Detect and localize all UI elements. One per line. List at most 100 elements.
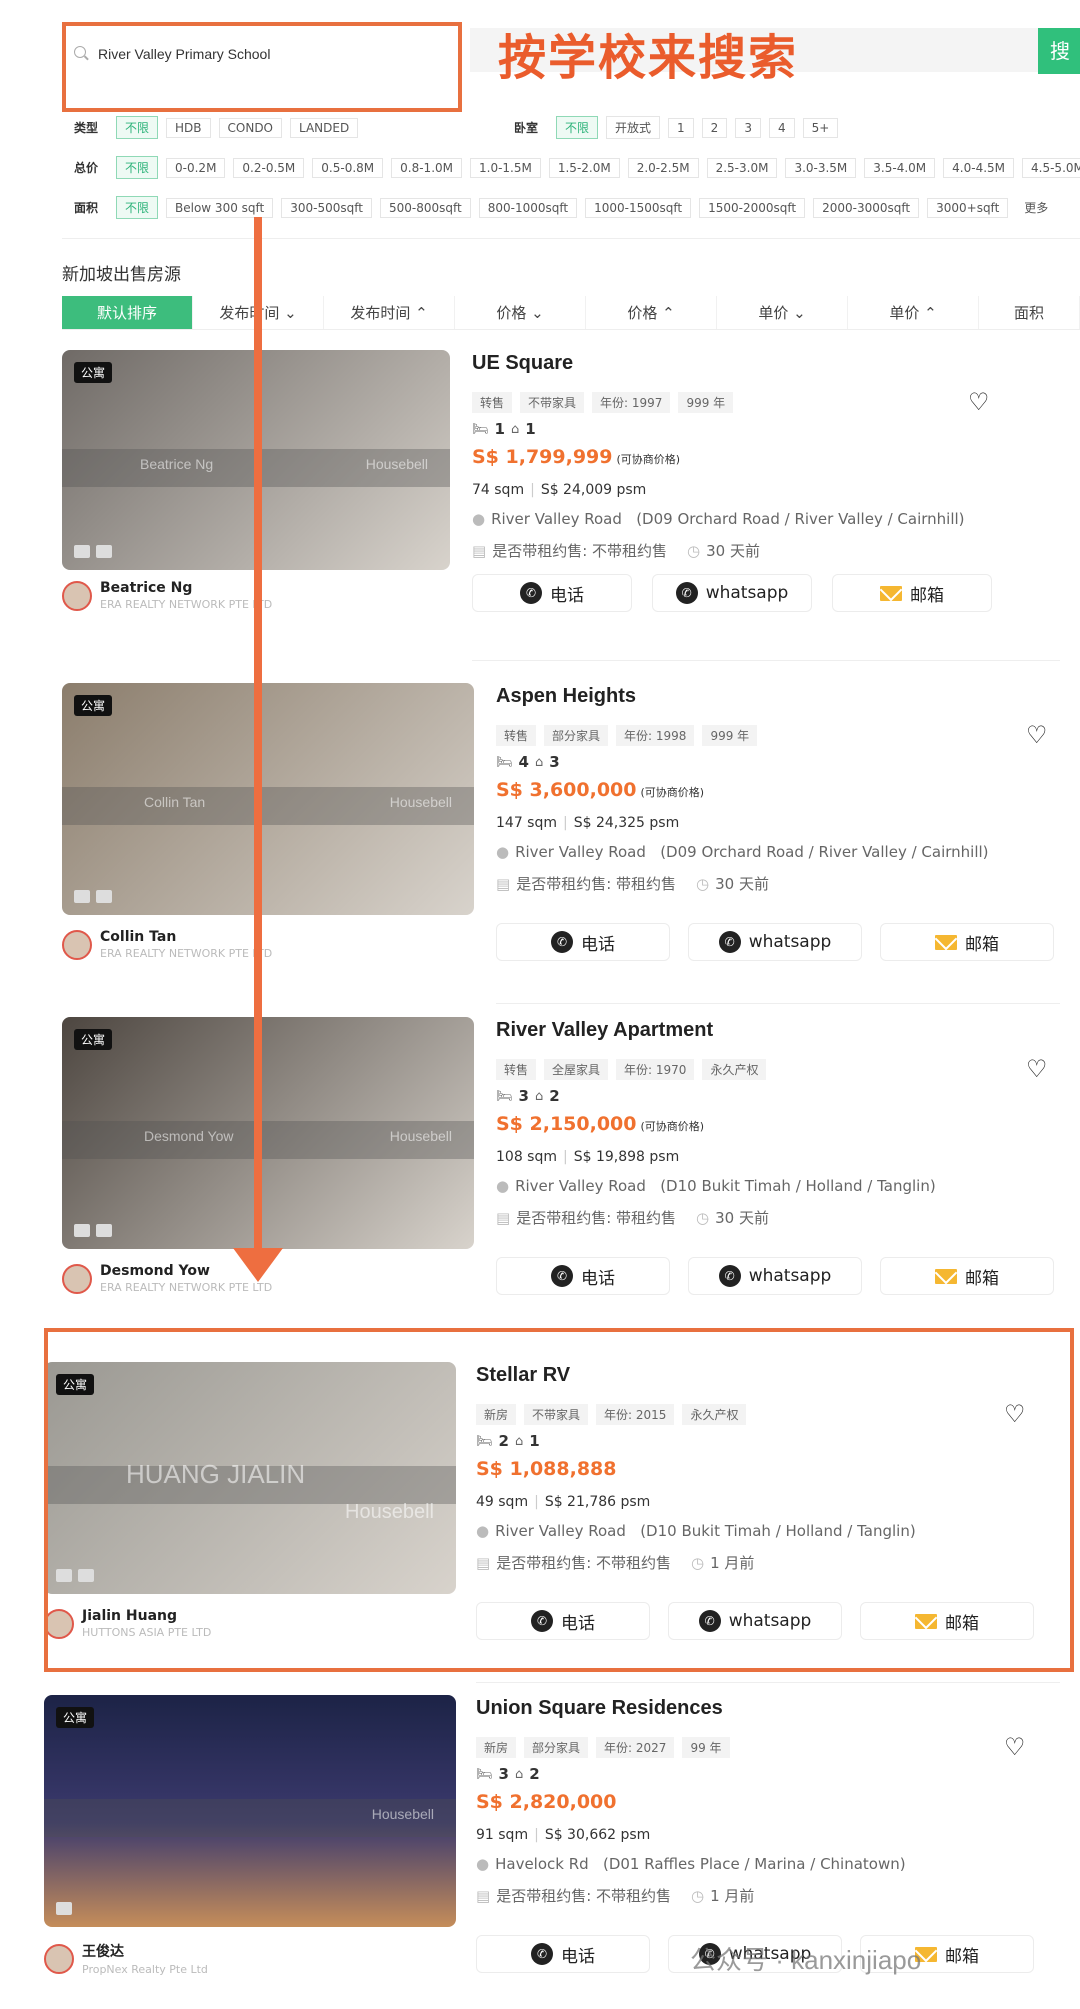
- sort-price-desc[interactable]: 价格 ⌄: [455, 296, 586, 329]
- search-box-highlight: River Valley Primary School: [62, 22, 462, 112]
- listing-title[interactable]: UE Square: [472, 352, 573, 375]
- filter-chip-area[interactable]: 3000+sqft: [927, 197, 1009, 218]
- search-button[interactable]: 搜: [1038, 28, 1080, 74]
- property-type-badge: 公寓: [74, 1029, 113, 1050]
- filter-chip-price[interactable]: 2.5-3.0M: [706, 157, 778, 178]
- sort-default[interactable]: 默认排序: [62, 296, 193, 329]
- agent-name: Collin Tan: [100, 929, 177, 945]
- filter-chip-price[interactable]: 0.8-1.0M: [391, 157, 462, 178]
- filter-chip-area[interactable]: 800-1000sqft: [478, 197, 578, 218]
- filter-chip-price[interactable]: 3.0-3.5M: [785, 157, 857, 178]
- call-button[interactable]: ✆ 电话: [476, 1935, 650, 1973]
- email-label: 邮箱: [945, 1946, 979, 1967]
- bath-icon: ⌂: [534, 754, 544, 770]
- listing-title[interactable]: River Valley Apartment: [496, 1019, 713, 1042]
- filter-chip-bedroom-1[interactable]: 1: [668, 117, 694, 138]
- agent-info[interactable]: 王俊达 PropNex Realty Pte Ltd: [44, 1941, 208, 1976]
- filter-chip-area-any[interactable]: 不限: [116, 196, 159, 219]
- phone-icon: ✆: [531, 1943, 553, 1965]
- favorite-heart-icon[interactable]: ♡: [1004, 1735, 1028, 1759]
- call-label: 电话: [581, 934, 615, 955]
- filter-chip-area[interactable]: 1000-1500sqft: [585, 197, 692, 218]
- filter-chip-area[interactable]: Below 300 sqft: [166, 197, 274, 218]
- call-button[interactable]: ✆ 电话: [496, 1257, 670, 1295]
- image-icon: [74, 545, 90, 558]
- listing-tag: 99 年: [682, 1737, 730, 1758]
- listing-address: ● Havelock Rd (D01 Raffles Place / Marina…: [476, 1855, 906, 1873]
- listing-item[interactable]: 公寓 Collin Tan Housebell Aspen Heights 转售 部分家具…: [0, 683, 1080, 1013]
- filter-chip-type-hdb[interactable]: HDB: [166, 117, 211, 138]
- sort-area[interactable]: 面积: [979, 296, 1080, 329]
- whatsapp-button[interactable]: ✆ whatsapp: [688, 923, 862, 961]
- address-road: River Valley Road: [515, 843, 646, 861]
- filter-chip-type-any[interactable]: 不限: [116, 116, 159, 139]
- sort-date-asc[interactable]: 发布时间 ⌃: [324, 296, 455, 329]
- filter-chip-bedroom-any[interactable]: 不限: [556, 116, 599, 139]
- filter-chip-area[interactable]: 300-500sqft: [281, 197, 372, 218]
- bed-icon: 🛏︎: [476, 1766, 493, 1782]
- filter-chip-price-any[interactable]: 不限: [116, 156, 159, 179]
- image-icon: [56, 1902, 72, 1915]
- filter-chip-area[interactable]: 2000-3000sqft: [813, 197, 920, 218]
- email-button[interactable]: 邮箱: [832, 574, 992, 612]
- listing-divider: [472, 660, 1060, 661]
- agent-name: 王俊达: [82, 1944, 124, 1960]
- filter-chip-type-condo[interactable]: CONDO: [218, 117, 283, 138]
- favorite-heart-icon[interactable]: ♡: [1026, 1057, 1050, 1081]
- email-label: 邮箱: [965, 934, 999, 955]
- filter-label-bedroom: 卧室: [514, 121, 539, 135]
- listing-photo[interactable]: 公寓 Collin Tan Housebell: [62, 683, 474, 915]
- agent-info[interactable]: Collin Tan ERA REALTY NETWORK PTE LTD: [62, 929, 272, 960]
- email-label: 邮箱: [965, 1268, 999, 1289]
- whatsapp-button[interactable]: ✆ whatsapp: [688, 1257, 862, 1295]
- filter-chip-type-landed[interactable]: LANDED: [290, 117, 359, 138]
- listing-item[interactable]: 公寓 Desmond Yow Housebell River Valley Apart…: [0, 1017, 1080, 1347]
- filter-more-link[interactable]: 更多: [1016, 197, 1056, 218]
- listing-age: 1 月前: [710, 1887, 755, 1905]
- favorite-heart-icon[interactable]: ♡: [968, 390, 992, 414]
- annotation-arrow-shaft: [254, 217, 262, 1258]
- filter-chip-price[interactable]: 0-0.2M: [166, 157, 226, 178]
- listing-age: 30 天前: [706, 542, 760, 560]
- contact-actions: ✆ 电话 ✆ whatsapp 邮箱: [472, 574, 992, 612]
- listing-photo[interactable]: 公寓 Housebell: [44, 1695, 456, 1927]
- filter-chip-price[interactable]: 0.2-0.5M: [233, 157, 305, 178]
- filter-chip-price[interactable]: 0.5-0.8M: [312, 157, 384, 178]
- filter-chip-price[interactable]: 1.5-2.0M: [548, 157, 620, 178]
- filter-chip-price[interactable]: 4.0-4.5M: [943, 157, 1015, 178]
- search-input[interactable]: River Valley Primary School: [74, 38, 444, 70]
- call-label: 电话: [581, 1268, 615, 1289]
- call-button[interactable]: ✆ 电话: [472, 574, 632, 612]
- email-button[interactable]: 邮箱: [880, 1257, 1054, 1295]
- call-button[interactable]: ✆ 电话: [496, 923, 670, 961]
- size-separator: |: [563, 1149, 568, 1165]
- whatsapp-button[interactable]: ✆ whatsapp: [652, 574, 812, 612]
- filter-chip-price[interactable]: 1.0-1.5M: [470, 157, 541, 178]
- listing-photo[interactable]: 公寓 Desmond Yow Housebell: [62, 1017, 474, 1249]
- sort-price-asc[interactable]: 价格 ⌃: [586, 296, 717, 329]
- favorite-heart-icon[interactable]: ♡: [1026, 723, 1050, 747]
- filter-chip-bedroom-2[interactable]: 2: [701, 117, 728, 138]
- filter-chip-area[interactable]: 500-800sqft: [379, 197, 471, 218]
- filter-chip-price[interactable]: 3.5-4.0M: [864, 157, 936, 178]
- agent-info[interactable]: Beatrice Ng ERA REALTY NETWORK PTE LTD: [62, 580, 272, 611]
- filter-chip-price[interactable]: 4.5-5.0M: [1022, 157, 1080, 178]
- filter-chip-bedroom-5plus[interactable]: 5+: [802, 117, 839, 138]
- photo-media-icons: [74, 1224, 112, 1237]
- listing-title[interactable]: Union Square Residences: [476, 1697, 723, 1720]
- address-district: (D09 Orchard Road / River Valley / Cairn…: [636, 510, 965, 528]
- filter-chip-price[interactable]: 2.0-2.5M: [627, 157, 699, 178]
- filter-chip-bedroom-studio[interactable]: 开放式: [606, 116, 661, 139]
- filter-chip-area[interactable]: 1500-2000sqft: [699, 197, 806, 218]
- listing-title[interactable]: Aspen Heights: [496, 685, 636, 708]
- sort-unit-price-desc[interactable]: 单价 ⌄: [717, 296, 848, 329]
- photo-watermark-name: Collin Tan: [144, 794, 206, 810]
- lease-status: 是否带租约售: 带租约售: [516, 875, 677, 893]
- filter-chip-bedroom-4[interactable]: 4: [768, 117, 795, 138]
- listing-item[interactable]: 公寓 Beatrice Ng Housebell UE Square 转售 不带家具 年份:…: [0, 350, 1080, 670]
- sort-unit-price-asc[interactable]: 单价 ⌃: [848, 296, 979, 329]
- email-button[interactable]: 邮箱: [880, 923, 1054, 961]
- bedroom-count: 4: [518, 753, 529, 771]
- clock-icon: ◷: [691, 1887, 705, 1905]
- filter-chip-bedroom-3[interactable]: 3: [735, 117, 761, 138]
